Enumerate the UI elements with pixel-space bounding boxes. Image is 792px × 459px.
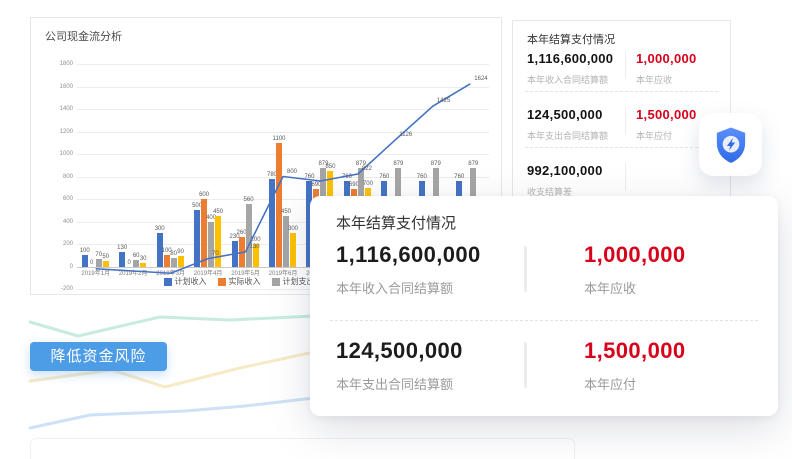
y-axis-tick-label: 400 [33,219,73,225]
metric-label: 本年应付 [636,129,672,142]
metric-value: 1,116,600,000 [527,51,613,66]
metric-value: 992,100,000 [527,163,603,178]
column-divider [524,342,527,388]
metric-label: 本年应收 [636,73,672,86]
column-divider [625,107,626,135]
popup-title: 本年结算支付情况 [336,212,456,233]
settlement-popup-card: 本年结算支付情况 1,116,600,000 本年收入合同结算额 1,000,0… [310,196,778,416]
y-axis-tick-label: 0 [33,264,73,270]
row-divider [525,147,718,148]
legend-swatch [164,278,172,286]
y-axis-tick-label: 1800 [33,61,73,67]
line-value-label: 130 [250,244,260,250]
legend-label: 实际收入 [229,276,261,287]
line-value-label: 1624 [474,76,487,82]
y-axis-tick-label: 1600 [33,84,73,90]
metric-value: 1,000,000 [584,242,685,268]
settlement-panel-title: 本年结算支付情况 [527,31,615,47]
row-divider [525,91,718,92]
chart-title: 公司现金流分析 [45,28,122,44]
background-line-teal [30,316,314,336]
metric-label: 本年支出合同结算额 [336,374,453,393]
legend-item: 实际收入 [218,276,261,287]
metric-value: 124,500,000 [336,338,463,364]
metric-value: 124,500,000 [527,107,603,122]
metric-value: 1,500,000 [636,107,697,122]
y-axis-tick-label: 1000 [33,151,73,157]
metric-value: 1,000,000 [636,51,697,66]
column-divider [625,163,626,191]
y-axis-tick-label: 1200 [33,129,73,135]
row-divider [330,320,758,321]
metric-label: 本年支出合同结算额 [527,129,608,142]
y-axis-tick-label: 800 [33,174,73,180]
line-value-label: 1425 [437,98,450,104]
risk-tag: 降低资金风险 [30,342,167,371]
shield-badge-card [699,113,762,176]
metric-label: 本年收入合同结算额 [336,278,453,297]
metric-label: 本年收入合同结算额 [527,73,608,86]
line-value-label: 1126 [399,132,412,138]
legend-swatch [218,278,226,286]
legend-label: 计划收入 [175,276,207,287]
column-divider [524,246,527,292]
y-axis-tick-label: 600 [33,196,73,202]
line-value-label: 822 [362,166,372,172]
line-value-label: 70 [212,251,219,257]
metric-value: 1,116,600,000 [336,242,481,268]
metric-value: 1,500,000 [584,338,685,364]
legend-item: 计划支出 [272,276,315,287]
legend-item: 计划收入 [164,276,207,287]
y-axis-tick-label: 200 [33,241,73,247]
column-divider [625,51,626,79]
metric-label: 本年应收 [584,278,636,297]
background-line-blue [30,398,314,428]
y-axis-tick-label: 1400 [33,106,73,112]
legend-swatch [272,278,280,286]
line-value-label: 800 [287,169,297,175]
metric-label: 本年应付 [584,374,636,393]
shield-lightning-icon [711,123,751,167]
